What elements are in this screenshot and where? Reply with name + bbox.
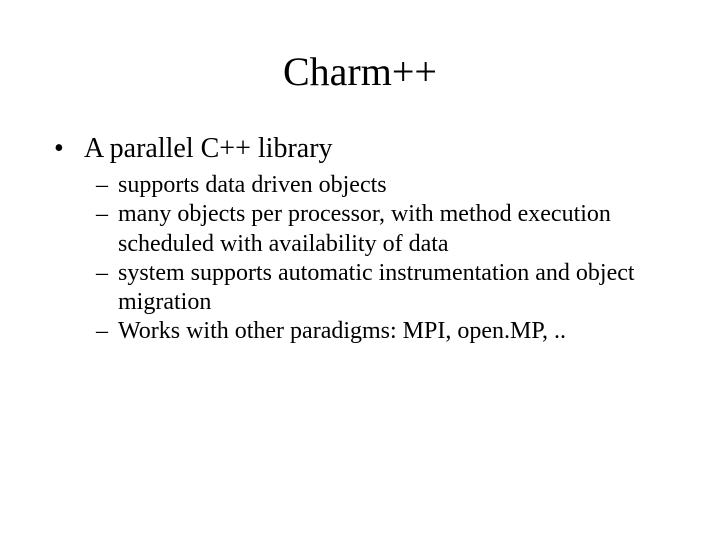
dash-icon: – — [96, 171, 118, 200]
sub-bullet: – Works with other paradigms: MPI, open.… — [96, 317, 666, 346]
dash-icon: – — [96, 200, 118, 259]
dash-icon: – — [96, 259, 118, 318]
sub-bullet-text: supports data driven objects — [118, 171, 666, 200]
slide: Charm++ • A parallel C++ library – suppo… — [0, 0, 720, 540]
sub-bullet: – supports data driven objects — [96, 171, 666, 200]
sub-list: – supports data driven objects – many ob… — [96, 171, 666, 347]
sub-bullet: – system supports automatic instrumentat… — [96, 259, 666, 318]
bullet-level1: • A parallel C++ library — [54, 132, 666, 165]
sub-bullet: – many objects per processor, with metho… — [96, 200, 666, 259]
dash-icon: – — [96, 317, 118, 346]
slide-title: Charm++ — [0, 48, 720, 95]
sub-bullet-text: Works with other paradigms: MPI, open.MP… — [118, 317, 666, 346]
bullet-dot-icon: • — [54, 132, 84, 165]
slide-body: • A parallel C++ library – supports data… — [54, 132, 666, 347]
sub-bullet-text: system supports automatic instrumentatio… — [118, 259, 666, 318]
bullet-text: A parallel C++ library — [84, 132, 666, 165]
sub-bullet-text: many objects per processor, with method … — [118, 200, 666, 259]
